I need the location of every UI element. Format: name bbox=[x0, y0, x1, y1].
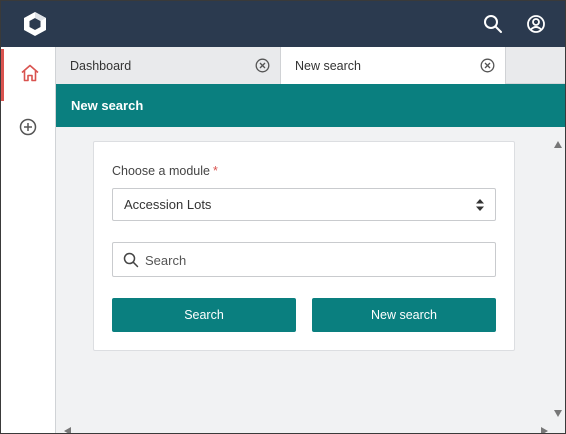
hexagon-logo-icon[interactable] bbox=[22, 11, 48, 37]
module-label-text: Choose a module bbox=[112, 164, 210, 178]
search-form-card: Choose a module * Accession Lots Search … bbox=[93, 141, 515, 351]
sidebar-item-home[interactable] bbox=[1, 49, 55, 101]
plus-circle-icon bbox=[18, 117, 38, 142]
vertical-scrollbar[interactable] bbox=[551, 127, 565, 418]
module-label: Choose a module * bbox=[112, 164, 218, 178]
scroll-right-arrow-icon[interactable] bbox=[541, 422, 548, 433]
close-icon[interactable] bbox=[480, 58, 495, 73]
search-icon[interactable] bbox=[482, 13, 504, 35]
scroll-up-arrow-icon[interactable] bbox=[554, 135, 562, 153]
top-bar bbox=[1, 1, 565, 47]
left-sidebar bbox=[1, 47, 56, 433]
new-search-button[interactable]: New search bbox=[312, 298, 496, 332]
module-select[interactable]: Accession Lots bbox=[112, 188, 496, 221]
tab-new-search[interactable]: New search bbox=[281, 47, 506, 84]
user-account-icon[interactable] bbox=[525, 13, 547, 35]
horizontal-scrollbar[interactable] bbox=[56, 418, 565, 433]
panel-title: New search bbox=[56, 84, 565, 127]
home-icon bbox=[20, 63, 40, 88]
sidebar-item-add[interactable] bbox=[1, 103, 55, 155]
tab-label: New search bbox=[295, 58, 361, 73]
tab-dashboard[interactable]: Dashboard bbox=[56, 47, 281, 84]
app-window: Dashboard New search New search Choose a… bbox=[0, 0, 566, 434]
tab-bar: Dashboard New search bbox=[56, 47, 565, 84]
content-area: Choose a module * Accession Lots Search … bbox=[56, 127, 551, 418]
close-icon[interactable] bbox=[255, 58, 270, 73]
search-icon bbox=[123, 252, 139, 268]
tab-label: Dashboard bbox=[70, 58, 132, 73]
search-button[interactable]: Search bbox=[112, 298, 296, 332]
search-input[interactable] bbox=[145, 249, 485, 271]
search-field[interactable] bbox=[112, 242, 496, 277]
required-marker: * bbox=[212, 164, 218, 178]
scroll-left-arrow-icon[interactable] bbox=[64, 422, 71, 433]
sort-arrows-icon bbox=[476, 199, 484, 211]
module-select-value: Accession Lots bbox=[124, 197, 212, 212]
